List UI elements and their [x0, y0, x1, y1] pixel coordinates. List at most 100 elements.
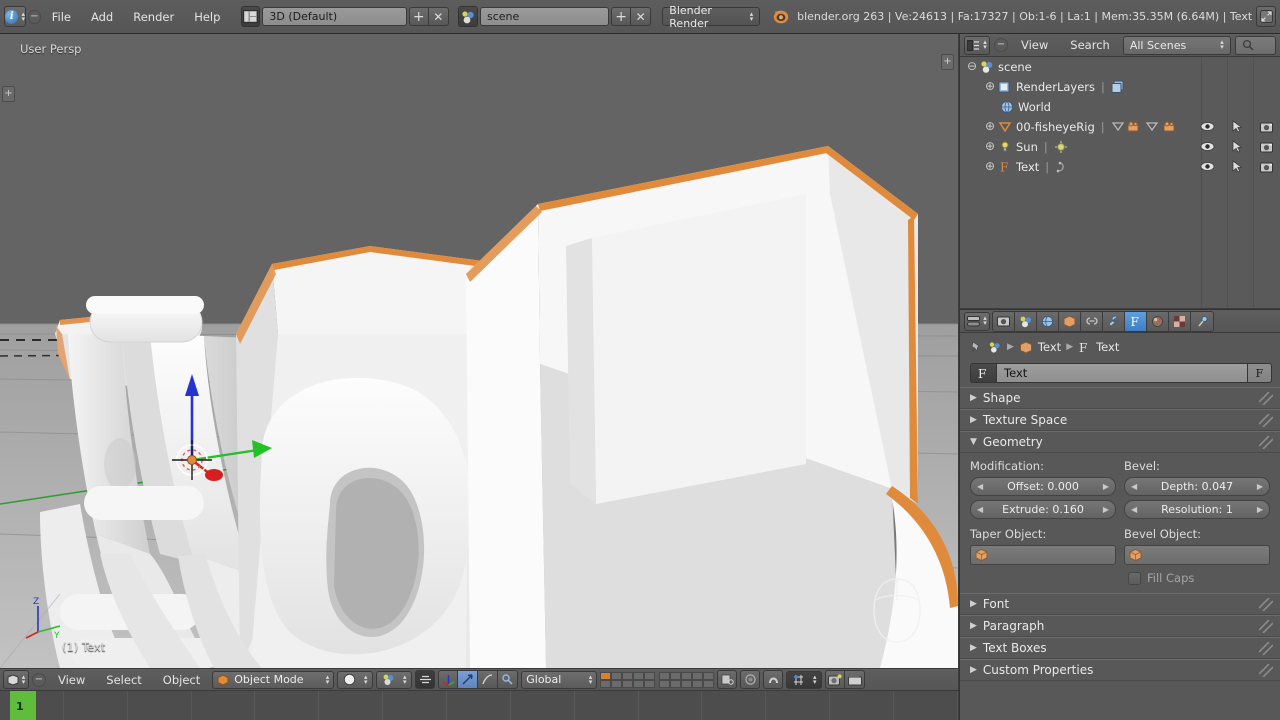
render-animation-icon[interactable] [845, 670, 866, 689]
panel-text-boxes-header[interactable]: ▶ Text Boxes [960, 637, 1280, 659]
outliner-row-scene[interactable]: ⊖ scene [960, 57, 1280, 77]
panel-paragraph-header[interactable]: ▶ Paragraph [960, 615, 1280, 637]
expand-toggle-icon[interactable]: ⊕ [984, 160, 996, 173]
properties-editor[interactable]: ▴ ▾ F ▶ Text ▶ F Text F Text F ▶ Shape ▶… [959, 309, 1280, 720]
outliner-row-world[interactable]: World [960, 97, 1280, 117]
restrict-view-eye-icon[interactable] [1200, 141, 1215, 152]
bevel-resolution-slider[interactable]: ◀ Resolution: 1 ▶ [1124, 500, 1270, 519]
restrict-render-camera-icon[interactable] [1260, 141, 1274, 153]
panel-shape-header[interactable]: ▶ Shape [960, 387, 1280, 409]
translate-manipulator-icon[interactable] [438, 670, 459, 689]
layer-cell[interactable] [622, 671, 634, 680]
outliner-search-input[interactable] [1234, 35, 1276, 55]
add-screen-layout-button[interactable]: + [408, 7, 429, 26]
expand-toggle-icon[interactable]: ⊕ [984, 140, 996, 153]
restrict-view-eye-icon[interactable] [1200, 121, 1215, 132]
chevron-right-icon[interactable]: ▶ [1103, 505, 1109, 514]
collapse-menus-icon[interactable]: − [32, 672, 46, 687]
outliner-display-mode-select[interactable]: All Scenes ▴ ▾ [1122, 35, 1231, 55]
fill-caps-checkbox[interactable] [1128, 571, 1141, 585]
chevron-left-icon[interactable]: ◀ [1131, 505, 1137, 514]
menu-render[interactable]: Render [124, 7, 183, 27]
layer-cell[interactable] [611, 671, 623, 680]
layer-cell[interactable] [622, 679, 634, 688]
lamp-data-icon[interactable] [1054, 140, 1068, 154]
extrude-slider[interactable]: ◀ Extrude: 0.160 ▶ [970, 500, 1116, 519]
chevron-right-icon[interactable]: ▶ [1257, 482, 1263, 491]
render-image-icon[interactable] [825, 670, 846, 689]
restrict-select-cursor-icon[interactable] [1232, 140, 1243, 153]
texture-tab[interactable] [1169, 311, 1191, 331]
data-tab[interactable]: F [1125, 311, 1147, 331]
editor-type-outliner-icon[interactable]: ▴ ▾ [964, 35, 990, 55]
layer-cell[interactable] [670, 671, 682, 680]
menu-help[interactable]: Help [185, 7, 229, 27]
render-engine-select[interactable]: Blender Render ▴ ▾ [662, 4, 761, 30]
world-tab[interactable] [1037, 311, 1059, 331]
editor-type-info-icon[interactable]: i ▴ ▾ [4, 6, 26, 27]
bevel-object-input[interactable] [1124, 545, 1270, 565]
chevron-right-icon[interactable]: ▶ [1103, 482, 1109, 491]
restrict-select-cursor-icon[interactable] [1232, 160, 1243, 173]
bevel-depth-slider[interactable]: ◀ Depth: 0.047 ▶ [1124, 477, 1270, 496]
chevron-left-icon[interactable]: ◀ [977, 505, 983, 514]
outliner-row-text[interactable]: ⊕ F Text | [960, 157, 1280, 177]
layer-block-1[interactable] [600, 671, 656, 688]
viewport-menu-view[interactable]: View [49, 671, 94, 689]
restrict-view-eye-icon[interactable] [1200, 161, 1215, 172]
layer-cell[interactable] [644, 671, 656, 680]
layer-cell[interactable] [681, 679, 693, 688]
physics-tab[interactable] [1191, 311, 1213, 331]
viewport-menu-select[interactable]: Select [97, 671, 150, 689]
snap-magnet-icon[interactable] [763, 670, 784, 689]
restrict-select-cursor-icon[interactable] [1232, 120, 1243, 133]
outliner-menu-view[interactable]: View [1012, 36, 1057, 54]
taper-object-input[interactable] [970, 545, 1116, 565]
render-tab[interactable] [993, 311, 1015, 331]
layer-cell[interactable] [633, 671, 645, 680]
outliner-row-fisheyerig[interactable]: ⊕ 00-fisheyeRig | [960, 117, 1280, 137]
delete-scene-button[interactable]: ✕ [631, 7, 652, 26]
panel-geometry-header[interactable]: ▼ Geometry [960, 431, 1280, 453]
breadcrumb-object-name[interactable]: Text [1038, 340, 1061, 354]
outliner-editor[interactable]: ▴ ▾ − View Search All Scenes ▴ ▾ ⊖ scene… [959, 34, 1280, 308]
viewport-shading-select[interactable]: ▴ ▾ [337, 670, 374, 689]
layer-cell[interactable] [692, 679, 704, 688]
layer-cell[interactable] [611, 679, 623, 688]
object-tab[interactable] [1059, 311, 1081, 331]
viewport-menu-object[interactable]: Object [154, 671, 209, 689]
scene-tab[interactable] [1015, 311, 1037, 331]
layer-cell[interactable] [681, 671, 693, 680]
panel-custom-properties-header[interactable]: ▶ Custom Properties [960, 659, 1280, 681]
rotate-manipulator-icon[interactable] [458, 670, 479, 689]
pin-icon[interactable] [970, 340, 983, 354]
snap-element-select[interactable]: ▴ ▾ [786, 670, 823, 689]
collapse-menus-icon[interactable]: − [994, 38, 1008, 52]
timeline-playhead[interactable]: 1 [10, 691, 36, 720]
chevron-left-icon[interactable]: ◀ [977, 482, 983, 491]
fill-caps-row[interactable]: Fill Caps [1124, 571, 1270, 585]
editor-type-3dview-icon[interactable]: ▴ ▾ [3, 670, 29, 689]
scene-layers[interactable] [600, 671, 715, 688]
layer-cell[interactable] [670, 679, 682, 688]
editor-type-properties-icon[interactable]: ▴ ▾ [964, 311, 990, 331]
breadcrumb-data-name[interactable]: Text [1096, 340, 1119, 354]
manipulator-extra-icon[interactable] [498, 670, 519, 689]
scale-manipulator-icon[interactable] [478, 670, 499, 689]
interaction-mode-select[interactable]: Object Mode ▴ ▾ [212, 670, 335, 689]
restrict-render-camera-icon[interactable] [1260, 161, 1274, 173]
camera-rig-icons[interactable] [1111, 120, 1187, 134]
breadcrumb-scene-icon[interactable] [988, 341, 1002, 354]
menu-add[interactable]: Add [82, 7, 122, 27]
chevron-left-icon[interactable]: ◀ [1131, 482, 1137, 491]
smooth-falloff-icon[interactable] [740, 670, 761, 689]
expand-toggle-icon[interactable]: ⊕ [984, 80, 996, 93]
toolshelf-open-handle[interactable]: + [2, 86, 15, 102]
material-tab[interactable] [1147, 311, 1169, 331]
restrict-render-camera-icon[interactable] [1260, 121, 1274, 133]
layer-cell[interactable] [659, 671, 671, 680]
layer-cell[interactable] [633, 679, 645, 688]
fake-user-button[interactable]: F [1248, 363, 1272, 383]
layer-cell[interactable] [692, 671, 704, 680]
pivot-point-select[interactable]: ▴ ▾ [376, 670, 413, 689]
